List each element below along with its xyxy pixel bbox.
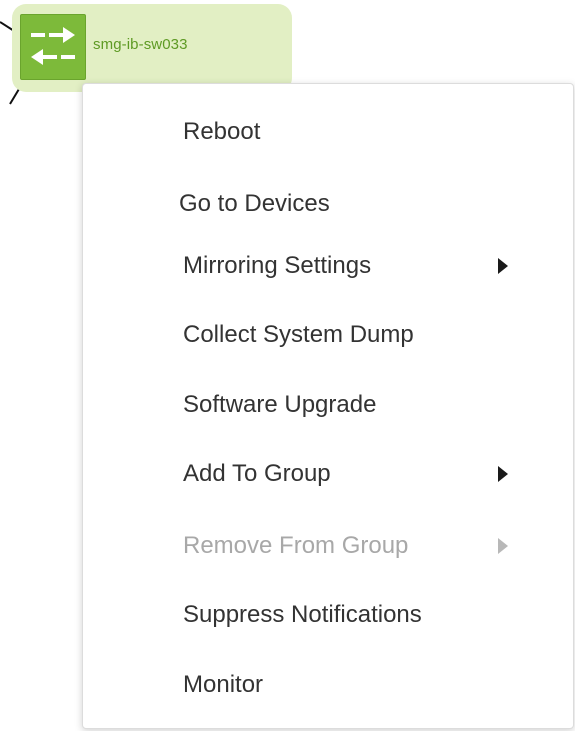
menu-item-label: Reboot [183,118,261,145]
switch-node[interactable] [20,14,86,80]
submenu-arrow-icon [498,538,508,554]
switch-icon [31,27,75,65]
menu-item-suppress-notifications[interactable]: Suppress Notifications [83,585,573,645]
menu-item-mirroring-settings[interactable]: Mirroring Settings [83,236,573,296]
menu-item-label: Go to Devices [179,190,330,217]
submenu-arrow-icon [498,258,508,274]
submenu-arrow-icon [498,466,508,482]
menu-item-reboot[interactable]: Reboot [83,102,573,162]
menu-item-label: Remove From Group [183,532,409,559]
menu-item-label: Mirroring Settings [183,252,372,279]
menu-item-collect-system-dump[interactable]: Collect System Dump [83,305,573,365]
menu-item-label: Suppress Notifications [183,601,422,628]
menu-item-label: Add To Group [183,460,331,487]
menu-item-label: Monitor [183,671,264,698]
menu-item-software-upgrade[interactable]: Software Upgrade [83,375,573,435]
menu-item-label: Software Upgrade [183,391,377,418]
context-menu: Reboot Go to Devices Mirroring Settings … [82,83,574,729]
menu-item-monitor[interactable]: Monitor [83,655,573,715]
node-name-label: smg-ib-sw033 [93,36,188,53]
menu-item-remove-from-group: Remove From Group [83,516,573,576]
menu-item-add-to-group[interactable]: Add To Group [83,444,573,504]
menu-item-label: Collect System Dump [183,321,414,348]
menu-item-go-to-devices[interactable]: Go to Devices [83,174,573,234]
